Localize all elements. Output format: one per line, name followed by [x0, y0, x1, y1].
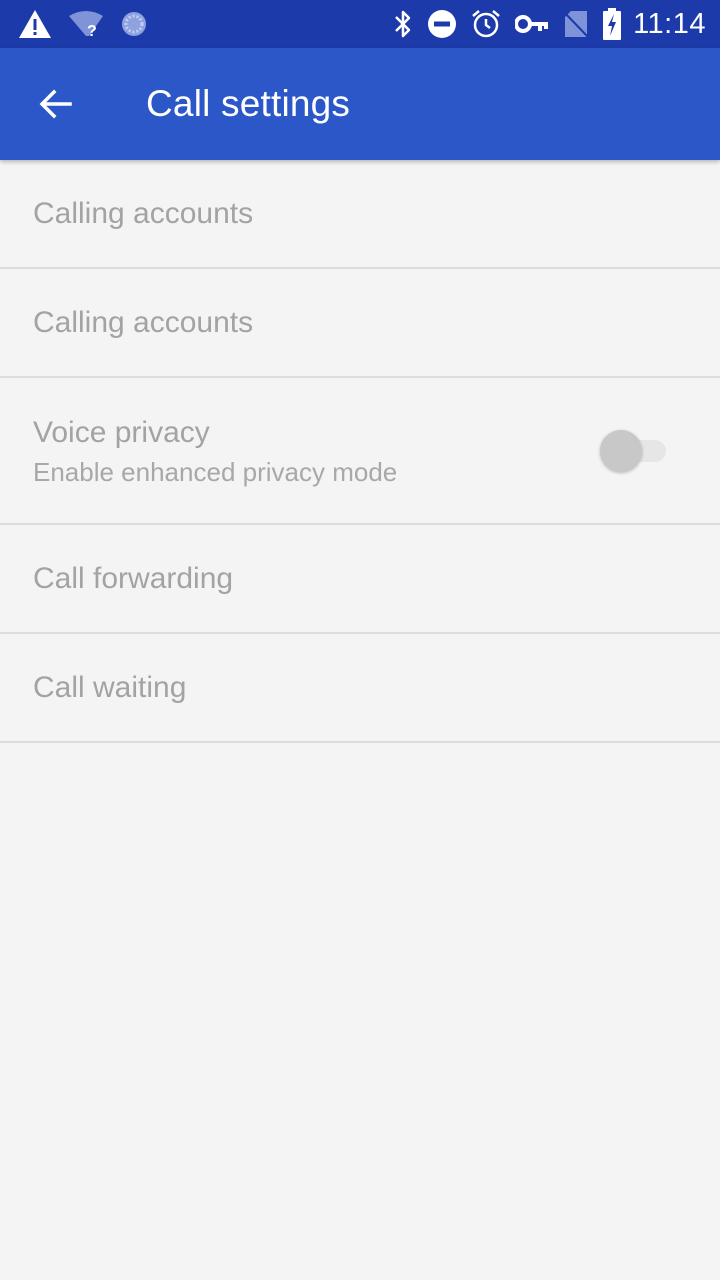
arrow-back-icon — [38, 86, 74, 127]
status-left-icons: ? — [18, 9, 164, 39]
sync-icon — [120, 10, 148, 38]
voice-privacy-switch[interactable] — [600, 430, 668, 472]
bluetooth-icon — [393, 9, 413, 39]
status-clock: 11:14 — [633, 7, 706, 40]
status-bar: ? 11:14 — [0, 0, 720, 48]
do-not-disturb-icon — [427, 9, 457, 39]
page-title: Call settings — [146, 83, 351, 124]
vpn-key-icon — [515, 13, 549, 35]
setting-title: Call waiting — [33, 670, 187, 704]
setting-title: Calling accounts — [33, 196, 254, 230]
back-button[interactable] — [28, 78, 84, 134]
setting-calling-accounts-2[interactable]: Calling accounts — [0, 269, 720, 378]
warning-icon — [18, 9, 52, 39]
battery-charging-icon — [603, 8, 622, 40]
settings-list: Calling accounts Calling accounts Voice … — [0, 160, 720, 743]
setting-calling-accounts[interactable]: Calling accounts — [0, 160, 720, 269]
svg-text:?: ? — [87, 23, 97, 38]
setting-call-waiting[interactable]: Call waiting — [0, 634, 720, 743]
setting-call-forwarding[interactable]: Call forwarding — [0, 525, 720, 634]
switch-thumb — [600, 430, 642, 472]
status-right-icons: 11:14 — [379, 8, 706, 41]
setting-title: Calling accounts — [33, 305, 254, 339]
setting-voice-privacy[interactable]: Voice privacy Enable enhanced privacy mo… — [0, 378, 720, 525]
alarm-icon — [471, 9, 501, 39]
no-sim-icon — [563, 9, 589, 39]
setting-title: Call forwarding — [33, 561, 234, 595]
wifi-unknown-icon: ? — [68, 10, 104, 38]
app-bar: Call settings — [0, 48, 720, 160]
